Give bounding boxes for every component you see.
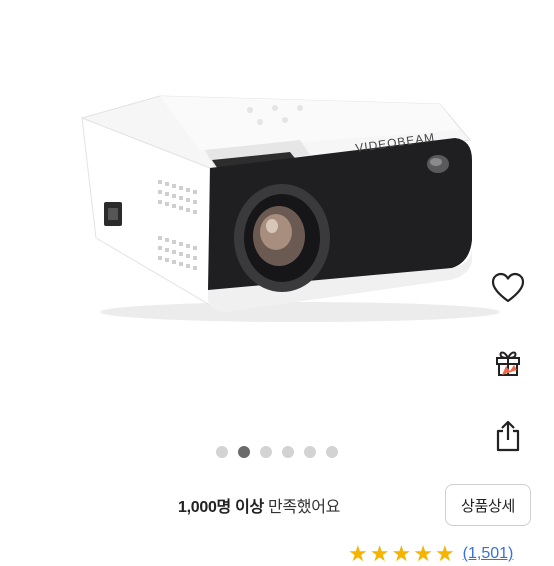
carousel-dot[interactable] bbox=[304, 446, 316, 458]
carousel-indicator bbox=[0, 446, 554, 460]
product-image-area: VIDEOBEAM bbox=[0, 0, 554, 430]
product-detail-button[interactable]: 상품상세 bbox=[445, 484, 531, 526]
satisfied-suffix: 만족했어요 bbox=[267, 499, 341, 516]
star-icon: ★ bbox=[413, 541, 433, 566]
carousel-dot[interactable] bbox=[326, 446, 338, 458]
gift-button[interactable] bbox=[486, 342, 530, 382]
carousel-dot[interactable] bbox=[260, 446, 272, 458]
carousel-dot[interactable] bbox=[282, 446, 294, 458]
like-button[interactable] bbox=[486, 268, 530, 308]
half-star-icon: ★ bbox=[434, 541, 455, 566]
review-count-link[interactable]: (1,501) bbox=[463, 544, 514, 564]
star-icon: ★ bbox=[348, 541, 368, 566]
gift-icon bbox=[496, 351, 520, 376]
star-icon: ★ bbox=[369, 541, 390, 566]
projector-image: VIDEOBEAM bbox=[81, 95, 500, 322]
carousel-dot[interactable] bbox=[216, 446, 228, 458]
heart-icon bbox=[491, 272, 525, 303]
carousel-dot[interactable] bbox=[238, 446, 250, 458]
star-icon: ★ bbox=[391, 541, 412, 566]
side-action-bar bbox=[486, 268, 530, 456]
satisfaction-summary: 1,000명 이상 만족했어요 bbox=[178, 493, 340, 517]
satisfied-count: 1,000명 이상 bbox=[178, 499, 264, 516]
rating-row[interactable]: ★ ★ ★ ★ ★ (1,501) bbox=[348, 541, 514, 566]
